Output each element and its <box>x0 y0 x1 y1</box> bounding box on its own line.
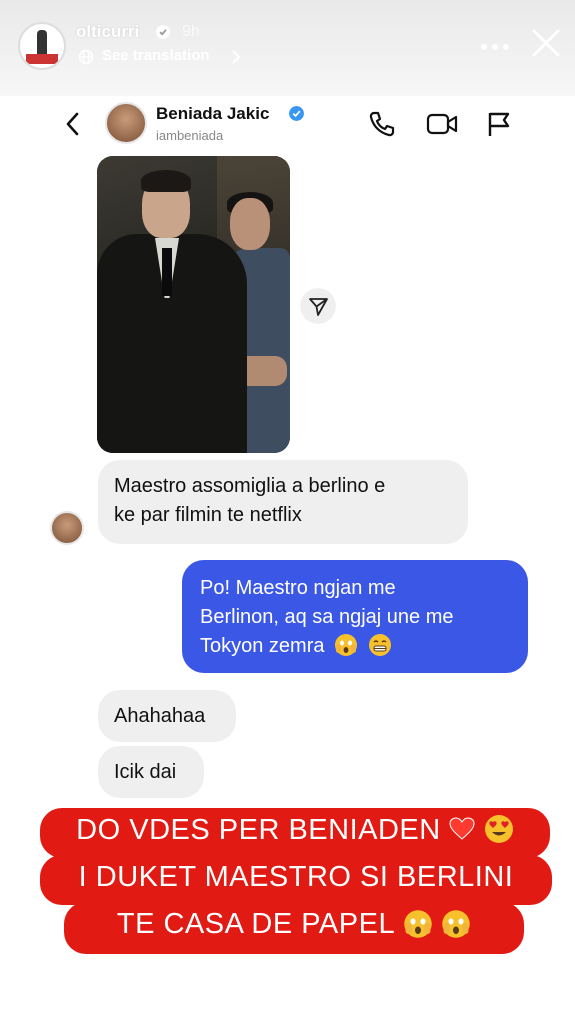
message-text-line: Tokyon zemra <box>200 635 325 657</box>
see-translation-label: See translation <box>102 47 210 64</box>
globe-icon <box>78 49 94 65</box>
chevron-right-icon <box>232 50 241 64</box>
scared-face-emoji-icon <box>442 910 470 938</box>
message-bubble-incoming[interactable]: Maestro assomiglia a berlino e ke par fi… <box>98 460 468 544</box>
story-time: 9h <box>182 23 200 40</box>
video-call-icon[interactable] <box>426 112 458 136</box>
dm-contact-handle: iambeniada <box>156 128 224 143</box>
caption-text: I DUKET MAESTRO SI BERLINI <box>78 861 514 893</box>
story-avatar[interactable] <box>18 22 66 70</box>
story-frame: olticurri 9h See translation Beniada Jak… <box>0 0 575 1024</box>
dm-avatar[interactable] <box>105 102 147 144</box>
scared-face-emoji-icon <box>403 910 432 938</box>
message-text-line: ke par filmin te netflix <box>114 504 302 526</box>
message-text-line: Berlinon, aq sa ngjaj une me <box>200 606 454 628</box>
close-icon[interactable] <box>530 27 562 59</box>
message-bubble-outgoing[interactable]: Po! Maestro ngjan me Berlinon, aq sa ngj… <box>182 560 528 673</box>
story-username[interactable]: olticurri <box>76 22 139 42</box>
story-caption-line: TE CASA DE PAPEL <box>64 902 524 954</box>
scared-face-emoji-icon <box>335 634 358 656</box>
phone-call-icon[interactable] <box>368 110 396 138</box>
verified-badge-icon <box>289 106 304 121</box>
story-caption-line: I DUKET MAESTRO SI BERLINI <box>40 855 552 905</box>
sender-avatar <box>50 511 84 545</box>
back-icon[interactable] <box>62 110 84 138</box>
verified-icon <box>156 25 170 39</box>
grimace-emoji-icon <box>368 634 391 656</box>
share-icon[interactable] <box>300 288 336 324</box>
caption-text: TE CASA DE PAPEL <box>116 908 395 940</box>
message-bubble-incoming[interactable]: Ahahahaa <box>98 690 236 742</box>
message-text: Ahahahaa <box>114 705 206 727</box>
dm-contact-name[interactable]: Beniada Jakic <box>156 104 269 124</box>
message-bubble-incoming[interactable]: Icik dai <box>98 746 204 798</box>
message-text-line: Po! Maestro ngjan me <box>200 577 396 599</box>
story-caption-line: DO VDES PER BENIADEN <box>40 808 550 858</box>
more-icon[interactable] <box>480 42 510 52</box>
heart-eyes-emoji-icon <box>484 815 513 843</box>
message-text: Icik dai <box>114 761 177 783</box>
flag-icon[interactable] <box>486 110 512 138</box>
caption-text: DO VDES PER BENIADEN <box>76 814 441 846</box>
heart-icon <box>449 817 475 840</box>
message-text-line: Maestro assomiglia a berlino e <box>114 475 386 497</box>
shared-photo-message[interactable] <box>97 156 290 453</box>
